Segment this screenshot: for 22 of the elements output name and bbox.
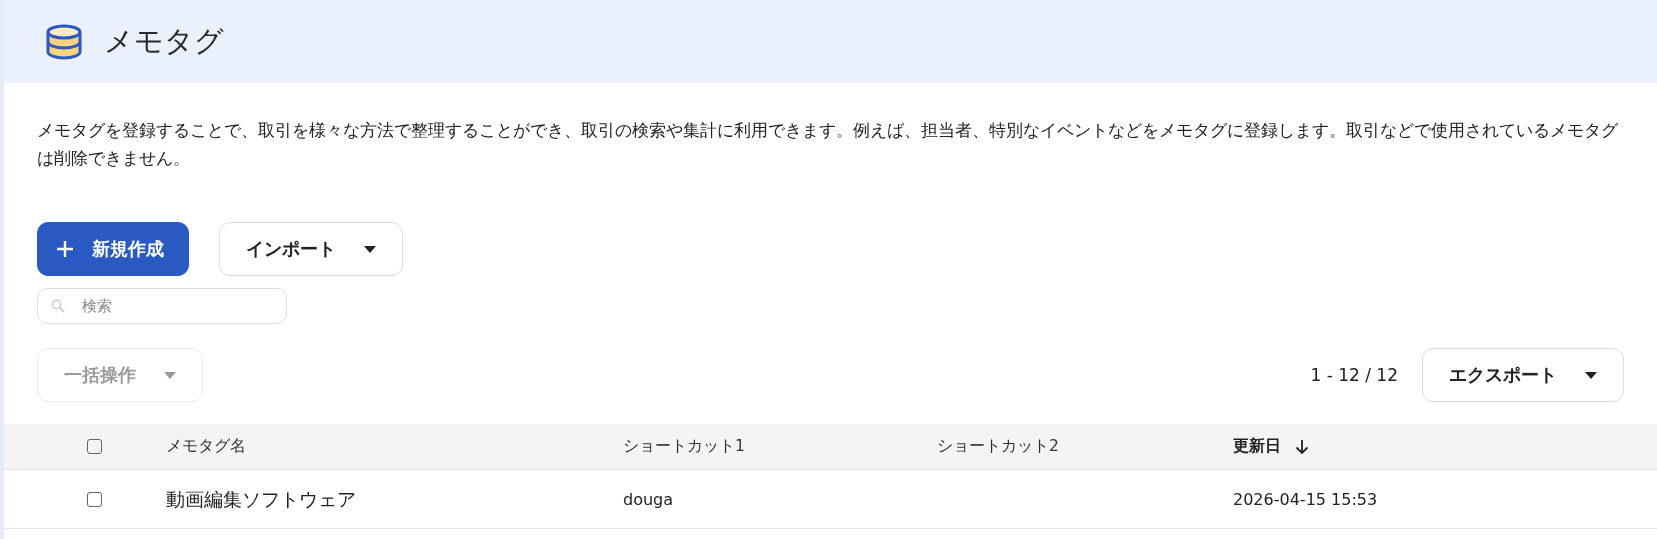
checkbox[interactable] bbox=[86, 491, 102, 507]
description-text: メモタグを登録することで、取引を様々な方法で整理することができ、取引の検索や集計に利用できます。例えば、担当者、特別なイベントなどをメモタグに登録します。取引などで使用されているメモタグは削除できません。 bbox=[37, 119, 1619, 170]
caret-icon bbox=[164, 371, 176, 379]
caret-icon bbox=[1585, 371, 1597, 379]
table-cell: douga bbox=[623, 489, 674, 509]
column-header[interactable]: ショートカット2 bbox=[937, 436, 1059, 457]
caret-icon bbox=[364, 245, 376, 253]
create-button[interactable]: 新規作成 bbox=[37, 222, 189, 276]
export-button[interactable]: エクスポート bbox=[1422, 348, 1624, 402]
column-header[interactable]: メモタグ名 bbox=[166, 436, 246, 457]
plus-icon bbox=[56, 240, 74, 258]
search-field[interactable]: 検索 bbox=[37, 288, 287, 324]
import-button[interactable]: インポート bbox=[219, 222, 403, 276]
column-header[interactable]: 更新日 bbox=[1233, 436, 1281, 457]
table-cell-text: 動画編集ソフトウェア bbox=[166, 487, 356, 512]
result-count: 1 - 12 / 12 bbox=[1310, 365, 1398, 385]
checkbox[interactable] bbox=[86, 439, 102, 454]
search-icon bbox=[51, 299, 65, 313]
table-cell: 2026-04-15 15:53 bbox=[1233, 489, 1378, 509]
sort-down-arrow-icon[interactable] bbox=[1295, 438, 1309, 455]
column-header[interactable]: ショートカット1 bbox=[623, 436, 745, 457]
page-title: メモタグ bbox=[104, 22, 224, 60]
